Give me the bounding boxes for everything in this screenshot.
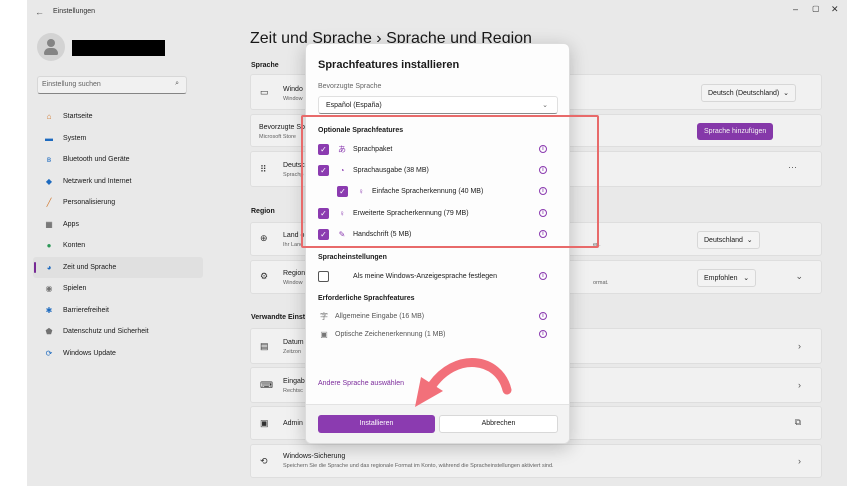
ocr-icon: ▣ — [320, 329, 328, 339]
feature-label: Allgemeine Eingabe (16 MB) — [335, 312, 425, 320]
required-feature-row: 字 Allgemeine Eingabe (16 MB) — [318, 309, 424, 323]
preferred-language-value: Español (España) — [326, 102, 382, 109]
feature-label: Optische Zeichenerkennung (1 MB) — [335, 330, 446, 338]
highlight-box — [301, 115, 599, 248]
other-language-link[interactable]: Andere Sprache auswählen — [318, 380, 404, 387]
keyboard-input-icon: 字 — [320, 311, 328, 321]
dialog-title: Sprachfeatures installieren — [318, 59, 460, 71]
required-feature-row: ▣ Optische Zeichenerkennung (1 MB) — [318, 327, 446, 341]
option-label: Als meine Windows-Anzeigesprache festleg… — [353, 272, 497, 280]
checkbox-unchecked[interactable] — [318, 270, 329, 282]
preferred-language-select[interactable]: Español (España) ⌄ — [318, 96, 558, 114]
required-features-heading: Erforderliche Sprachfeatures — [318, 295, 415, 302]
info-icon[interactable]: i — [539, 272, 547, 280]
language-settings-heading: Spracheinstellungen — [318, 254, 387, 261]
chevron-down-icon: ⌄ — [542, 102, 548, 109]
info-icon[interactable]: i — [539, 330, 547, 338]
annotation-arrow-icon — [415, 358, 512, 407]
preferred-language-label: Bevorzugte Sprache — [318, 83, 382, 90]
right-margin — [847, 0, 864, 486]
info-icon[interactable]: i — [539, 312, 547, 320]
set-display-language-option[interactable]: Als meine Windows-Anzeigesprache festleg… — [318, 269, 497, 283]
